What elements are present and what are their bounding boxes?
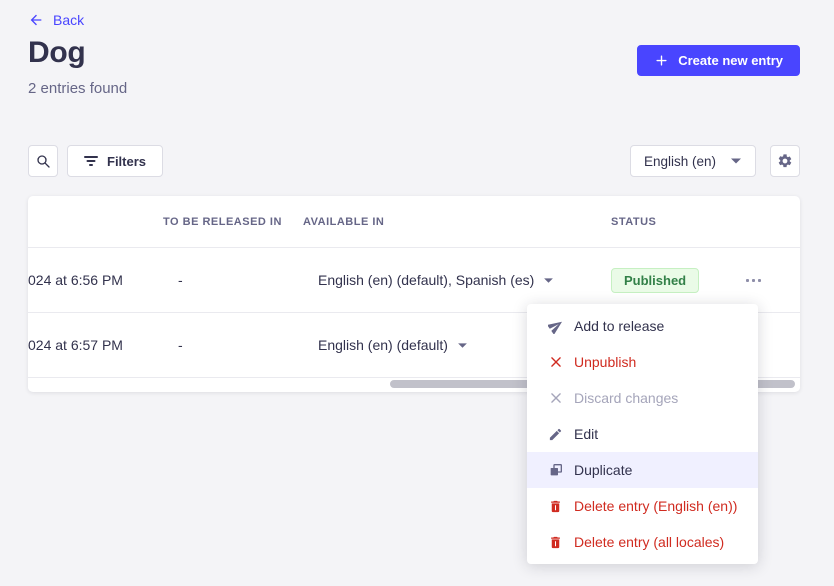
cross-icon [547, 391, 564, 405]
column-header-available-in[interactable]: AVAILABLE IN [303, 216, 611, 228]
back-arrow-icon [28, 12, 44, 28]
available-locales-text: English (en) (default), Spanish (es) [318, 272, 534, 288]
chevron-down-icon[interactable] [543, 277, 554, 284]
menu-item-unpublish[interactable]: Unpublish [527, 344, 758, 380]
menu-item-delete-entry-locale[interactable]: Delete entry (English (en)) [527, 488, 758, 524]
cell-to-be-released-in: - [163, 337, 303, 353]
cell-actions [737, 279, 800, 282]
filters-button[interactable]: Filters [67, 145, 163, 177]
page-title: Dog [28, 36, 85, 70]
locale-select[interactable]: English (en) [630, 145, 756, 177]
row-actions-button[interactable] [737, 279, 800, 282]
cell-updated: 024 at 6:57 PM [28, 337, 163, 353]
gear-icon [777, 153, 793, 169]
duplicate-icon [547, 462, 564, 478]
search-icon [35, 153, 51, 169]
table-header-row: TO BE RELEASED IN AVAILABLE IN STATUS [28, 196, 800, 248]
column-header-status[interactable]: STATUS [611, 216, 737, 228]
available-locales-text: English (en) (default) [318, 337, 448, 353]
locale-select-value: English (en) [644, 154, 716, 169]
back-label: Back [53, 12, 84, 28]
menu-item-duplicate[interactable]: Duplicate [527, 452, 758, 488]
cross-icon [547, 355, 564, 369]
column-header-to-be-released-in[interactable]: TO BE RELEASED IN [163, 216, 303, 228]
create-new-entry-button[interactable]: Create new entry [637, 45, 800, 76]
chevron-down-icon[interactable] [457, 342, 468, 349]
filters-label: Filters [107, 154, 146, 169]
cell-status: Published [611, 268, 737, 293]
cell-updated: 024 at 6:56 PM [28, 272, 163, 288]
menu-item-delete-entry-all-locales[interactable]: Delete entry (all locales) [527, 524, 758, 560]
back-link[interactable]: Back [28, 12, 84, 28]
trash-icon [547, 535, 564, 550]
row-context-menu: Add to release Unpublish Discard changes… [527, 304, 758, 564]
status-badge: Published [611, 268, 699, 293]
cell-to-be-released-in: - [163, 272, 303, 288]
send-icon [547, 318, 564, 334]
toolbar: Filters English (en) [28, 145, 800, 177]
entries-count: 2 entries found [28, 80, 127, 97]
menu-item-discard-changes[interactable]: Discard changes [527, 380, 758, 416]
plus-icon [654, 53, 669, 68]
search-button[interactable] [28, 145, 58, 177]
chevron-down-icon [730, 157, 742, 165]
settings-button[interactable] [770, 145, 800, 177]
cell-available-in: English (en) (default), Spanish (es) [303, 272, 611, 288]
filter-icon [84, 155, 98, 167]
menu-item-edit[interactable]: Edit [527, 416, 758, 452]
create-new-entry-label: Create new entry [678, 53, 783, 68]
trash-icon [547, 499, 564, 514]
pencil-icon [547, 427, 564, 442]
menu-item-add-to-release[interactable]: Add to release [527, 308, 758, 344]
